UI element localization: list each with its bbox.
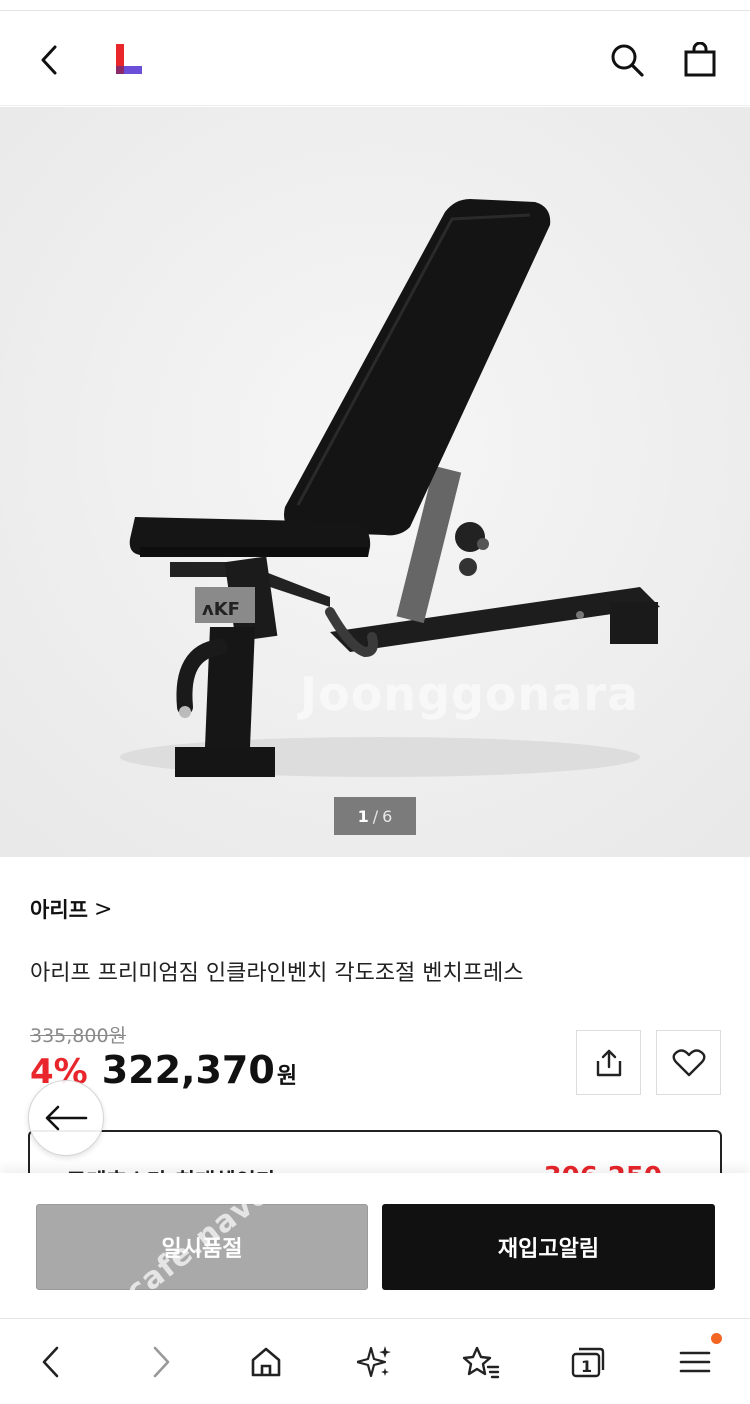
restock-alert-button[interactable]: 재입고알림 bbox=[382, 1204, 715, 1290]
sparkle-icon bbox=[357, 1346, 391, 1378]
counter-separator: / bbox=[372, 806, 379, 826]
home-icon bbox=[251, 1347, 281, 1377]
star-list-icon bbox=[462, 1346, 500, 1379]
tabs-icon: 1 bbox=[571, 1347, 605, 1378]
bench-illustration: ᴧKF bbox=[0, 107, 750, 857]
browser-home-button[interactable] bbox=[243, 1339, 289, 1385]
counter-current: 1 bbox=[357, 806, 369, 826]
chevron-right-icon: > bbox=[93, 896, 113, 922]
browser-back-button[interactable] bbox=[28, 1339, 74, 1385]
floating-back-button[interactable] bbox=[28, 1080, 104, 1156]
counter-total: 6 bbox=[382, 806, 393, 826]
product-image[interactable]: ᴧKF Joonggonara bbox=[0, 107, 750, 857]
tab-count: 1 bbox=[581, 1357, 592, 1376]
arrow-left-icon bbox=[45, 1105, 88, 1131]
back-button[interactable] bbox=[28, 38, 72, 82]
shopping-bag-icon bbox=[684, 42, 716, 77]
brand-link[interactable]: 아리프 > bbox=[30, 894, 112, 924]
browser-menu-button[interactable] bbox=[672, 1339, 718, 1385]
heart-icon bbox=[672, 1048, 705, 1076]
brand-name: 아리프 bbox=[30, 898, 88, 922]
original-price: 335,800원 bbox=[30, 1025, 127, 1047]
back-icon bbox=[42, 1346, 59, 1378]
browser-nav-bar: 1 bbox=[0, 1318, 750, 1404]
soldout-button[interactable]: 일시품절 bbox=[36, 1204, 368, 1290]
svg-text:ᴧKF: ᴧKF bbox=[202, 599, 240, 620]
browser-ai-button[interactable] bbox=[352, 1339, 398, 1385]
cart-button[interactable] bbox=[678, 38, 722, 82]
image-counter: 1 / 6 bbox=[334, 797, 416, 835]
app-header bbox=[0, 14, 750, 106]
forward-icon bbox=[153, 1346, 170, 1378]
browser-tabs-button[interactable]: 1 bbox=[565, 1339, 611, 1385]
browser-forward-button[interactable] bbox=[138, 1339, 184, 1385]
product-title: 아리프 프리미엄짐 인클라인벤치 각도조절 벤치프레스 bbox=[30, 961, 524, 986]
logo[interactable] bbox=[105, 38, 149, 82]
share-button[interactable] bbox=[576, 1030, 641, 1095]
chevron-left-icon bbox=[41, 45, 57, 75]
search-icon bbox=[611, 44, 644, 77]
browser-bookmarks-button[interactable] bbox=[458, 1339, 504, 1385]
status-divider bbox=[0, 10, 750, 11]
logo-icon bbox=[116, 44, 142, 74]
menu-icon bbox=[679, 1351, 711, 1373]
notification-dot bbox=[711, 1333, 722, 1344]
sale-price: 322,370 bbox=[101, 1048, 275, 1092]
wishlist-button[interactable] bbox=[656, 1030, 721, 1095]
search-button[interactable] bbox=[605, 38, 649, 82]
share-icon bbox=[596, 1049, 621, 1076]
price-unit: 원 bbox=[276, 1064, 298, 1089]
